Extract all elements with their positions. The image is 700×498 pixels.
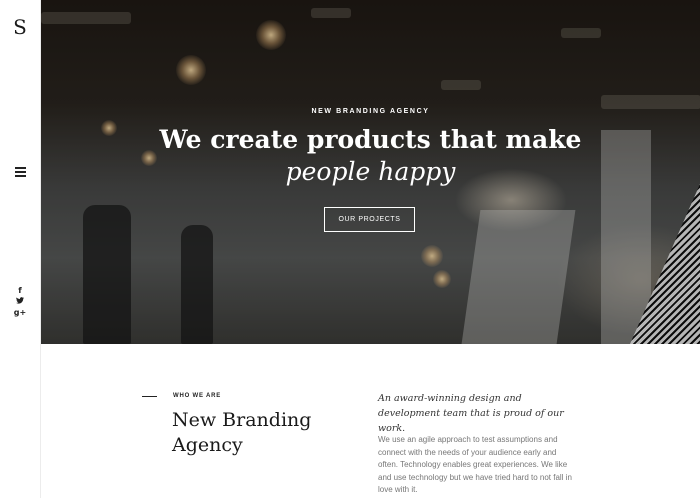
menu-icon-bar (15, 167, 26, 169)
hero-section: NEW BRANDING AGENCY We create products t… (41, 0, 700, 344)
twitter-icon[interactable] (0, 296, 40, 307)
our-projects-button[interactable]: OUR PROJECTS (324, 207, 415, 232)
menu-icon-bar (15, 171, 26, 173)
social-links: f g+ (0, 285, 40, 318)
facebook-icon[interactable]: f (0, 285, 40, 296)
about-section: WHO WE ARE New Branding Agency An award-… (41, 344, 700, 498)
hero-headline-italic: people happy (285, 157, 456, 186)
hero-eyebrow: NEW BRANDING AGENCY (311, 108, 430, 115)
google-plus-icon[interactable]: g+ (0, 307, 40, 318)
logo[interactable]: S (0, 16, 40, 38)
section-tagline: An award-winning design and development … (378, 393, 564, 434)
section-title: New Branding Agency (172, 409, 312, 456)
section-label: WHO WE ARE (173, 393, 222, 399)
section-body: We use an agile approach to test assumpt… (378, 435, 572, 494)
twitter-bird-shape (16, 297, 24, 304)
menu-icon-bar (15, 175, 26, 177)
sidebar: S f g+ (0, 0, 41, 498)
hero-headline: We create products that make (159, 125, 582, 154)
section-divider-line (142, 396, 157, 397)
menu-icon[interactable] (15, 167, 26, 177)
